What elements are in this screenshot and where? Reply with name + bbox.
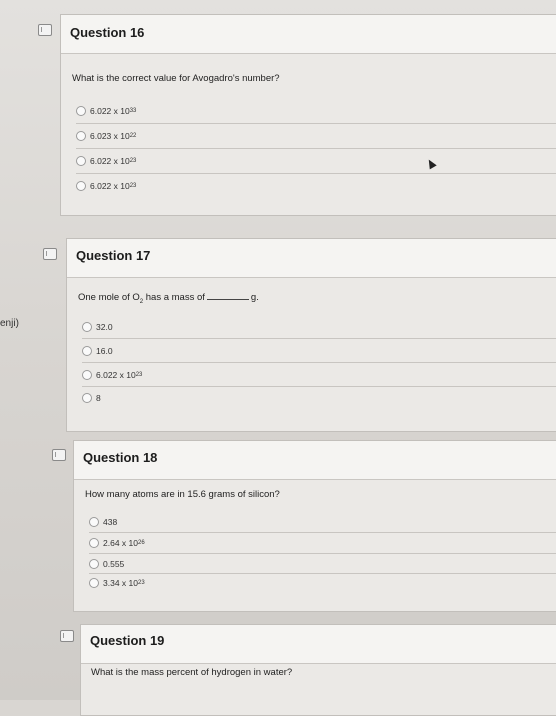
flag-question-17-icon[interactable] xyxy=(43,248,57,260)
question-16-option-1[interactable]: 6.022 x 10 33 xyxy=(76,106,136,116)
question-17-card xyxy=(66,238,556,432)
question-16-text: What is the correct value for Avogadro's… xyxy=(72,73,280,84)
radio-button[interactable] xyxy=(76,181,86,191)
question-17-title: Question 17 xyxy=(76,248,151,263)
radio-button[interactable] xyxy=(76,156,86,166)
option-divider xyxy=(82,362,556,363)
answer-blank xyxy=(206,299,249,300)
option-divider xyxy=(89,532,556,533)
question-18-option-1[interactable]: 438 xyxy=(89,517,117,527)
flag-question-19-icon[interactable] xyxy=(60,630,74,642)
radio-button[interactable] xyxy=(82,370,92,380)
radio-button[interactable] xyxy=(76,106,86,116)
quiz-page: enji) Question 16 What is the correct va… xyxy=(0,0,556,716)
question-18-option-4[interactable]: 3.34 x 10 23 xyxy=(89,578,145,588)
question-17-option-4[interactable]: 8 xyxy=(82,393,101,403)
question-16-option-4[interactable]: 6.022 x 10 23 xyxy=(76,181,136,191)
question-19-title: Question 19 xyxy=(90,633,165,648)
flag-question-16-icon[interactable] xyxy=(38,24,52,36)
option-divider xyxy=(89,553,556,554)
option-divider xyxy=(76,123,556,124)
question-17-text: One mole of O2 has a mass of g. xyxy=(78,292,259,305)
question-18-card xyxy=(73,440,556,612)
question-16-title: Question 16 xyxy=(70,25,145,40)
radio-button[interactable] xyxy=(89,559,99,569)
question-18-option-2[interactable]: 2.64 x 10 26 xyxy=(89,538,145,548)
flag-question-18-icon[interactable] xyxy=(52,449,66,461)
question-16-option-2[interactable]: 6.023 x 10 22 xyxy=(76,131,136,141)
option-divider xyxy=(76,148,556,149)
question-16-option-3[interactable]: 6.022 x 10 23 xyxy=(76,156,136,166)
question-17-option-3[interactable]: 6.022 x 10 23 xyxy=(82,370,142,380)
radio-button[interactable] xyxy=(89,517,99,527)
side-label: enji) xyxy=(0,318,19,329)
radio-button[interactable] xyxy=(89,578,99,588)
option-divider xyxy=(89,573,556,574)
question-17-option-1[interactable]: 32.0 xyxy=(82,322,113,332)
question-19-text: What is the mass percent of hydrogen in … xyxy=(91,667,293,678)
radio-button[interactable] xyxy=(82,346,92,356)
option-divider xyxy=(76,173,556,174)
radio-button[interactable] xyxy=(82,322,92,332)
radio-button[interactable] xyxy=(89,538,99,548)
option-divider xyxy=(82,338,556,339)
question-18-option-3[interactable]: 0.555 xyxy=(89,559,124,569)
option-divider xyxy=(82,386,556,387)
radio-button[interactable] xyxy=(82,393,92,403)
radio-button[interactable] xyxy=(76,131,86,141)
question-18-title: Question 18 xyxy=(83,450,158,465)
question-18-text: How many atoms are in 15.6 grams of sili… xyxy=(85,489,280,500)
question-17-option-2[interactable]: 16.0 xyxy=(82,346,113,356)
